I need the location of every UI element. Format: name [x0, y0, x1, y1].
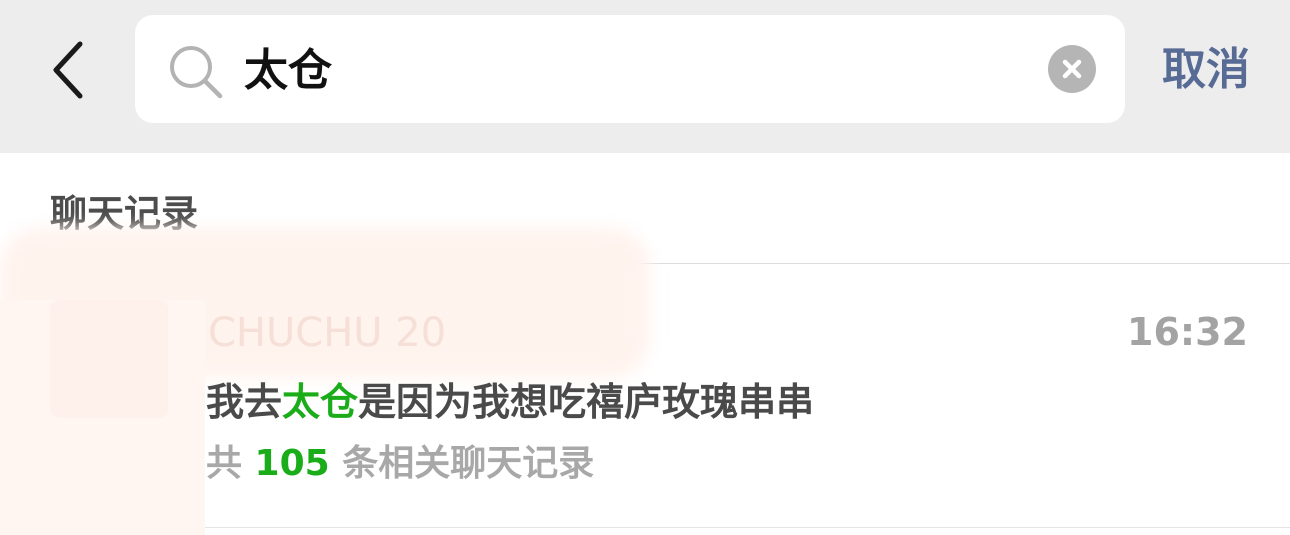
divider [205, 527, 1290, 528]
count-suffix: 条相关聊天记录 [329, 443, 595, 484]
clear-search-button[interactable] [1048, 45, 1096, 93]
contact-name: CHUCHU 20 [208, 310, 447, 356]
chevron-left-icon [53, 41, 83, 99]
message-text: 我去 [206, 380, 283, 424]
cancel-button[interactable]: 取消 [1162, 40, 1250, 100]
search-input[interactable] [244, 38, 1024, 104]
message-text: 是因为我想吃禧庐玫瑰串串 [358, 380, 815, 424]
related-records-count: 共 105 条相关聊天记录 [206, 440, 594, 488]
count-prefix: 共 [206, 443, 255, 484]
search-icon [170, 46, 223, 99]
search-highlight: 太仓 [282, 380, 359, 424]
clear-icon [1062, 59, 1082, 79]
message-snippet: 我去太仓是因为我想吃禧庐玫瑰串串 [206, 377, 814, 427]
count-value: 105 [254, 443, 330, 484]
message-time: 16:32 [1127, 310, 1248, 354]
search-header: 取消 [0, 0, 1290, 153]
avatar [50, 300, 168, 418]
back-button[interactable] [38, 38, 98, 102]
